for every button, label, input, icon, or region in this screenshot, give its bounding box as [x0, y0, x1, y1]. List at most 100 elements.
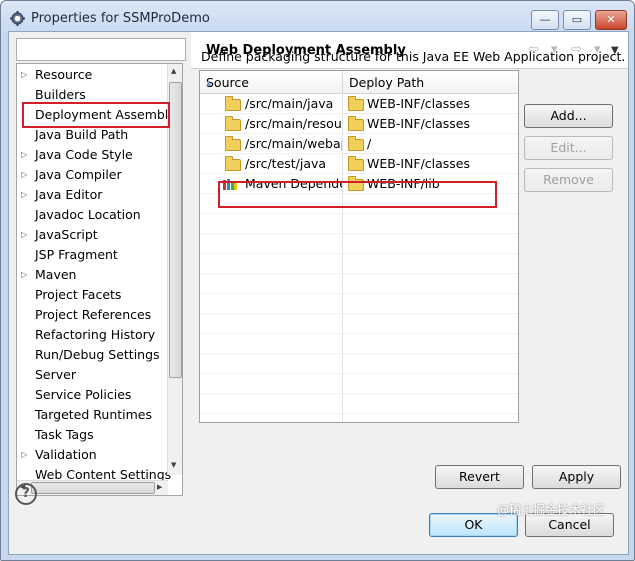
revert-button[interactable]: Revert: [435, 465, 524, 489]
row-gridline: [200, 413, 518, 414]
tree-item-label: Java Code Style: [35, 147, 133, 162]
horizontal-scroll-thumb[interactable]: [31, 482, 155, 494]
highlight-deployment-assembly: [22, 102, 170, 128]
deploy-path-cell[interactable]: /: [343, 134, 518, 154]
tree-item[interactable]: Javadoc Location: [17, 205, 167, 225]
source-cell[interactable]: /src/main/resources: [200, 114, 342, 134]
tree-item[interactable]: ▷ Maven: [17, 265, 167, 285]
expand-arrow-icon[interactable]: ▷: [21, 185, 27, 205]
row-gridline: [200, 393, 518, 394]
deploy-path-cell[interactable]: WEB-INF/classes: [343, 114, 518, 134]
row-gridline: [200, 213, 518, 214]
tree-horizontal-scrollbar[interactable]: ◀ ▶: [17, 480, 168, 495]
tree-item-label: Java Compiler: [35, 167, 122, 182]
tree-item-label: Maven: [35, 267, 77, 282]
tree-item[interactable]: Java Build Path: [17, 125, 167, 145]
expand-arrow-icon[interactable]: ▷: [21, 225, 27, 245]
source-path: /src/main/java: [245, 96, 334, 111]
folder-icon: [225, 136, 241, 151]
tree-item-label: Java Editor: [35, 187, 103, 202]
close-button[interactable]: ✕: [595, 10, 627, 30]
vertical-scroll-thumb[interactable]: [169, 82, 182, 378]
tree-item[interactable]: JSP Fragment: [17, 245, 167, 265]
folder-icon: [348, 156, 364, 171]
tree-item[interactable]: ▷ Java Compiler: [17, 165, 167, 185]
row-gridline: [200, 353, 518, 354]
column-header-source[interactable]: Source ▲: [200, 71, 343, 94]
tree-item[interactable]: Task Tags: [17, 425, 167, 445]
scroll-up-arrow-icon[interactable]: ▲: [171, 67, 176, 75]
source-path: /src/main/webapp: [245, 136, 342, 151]
watermark: @稀土掘金技术社区: [497, 503, 606, 517]
tree-item[interactable]: Targeted Runtimes: [17, 405, 167, 425]
sort-ascending-icon: ▲: [206, 79, 212, 87]
tree-item[interactable]: Refactoring History: [17, 325, 167, 345]
add-button[interactable]: Add...: [524, 104, 613, 128]
expand-arrow-icon[interactable]: ▷: [21, 165, 27, 185]
folder-icon: [348, 116, 364, 131]
tree-item-label: Validation: [35, 447, 97, 462]
source-cell[interactable]: /src/test/java: [200, 154, 342, 174]
tree-item-label: Refactoring History: [35, 327, 156, 342]
tree-item[interactable]: ▷ JavaScript: [17, 225, 167, 245]
row-gridline: [200, 273, 518, 274]
row-gridline: [200, 333, 518, 334]
folder-icon: [225, 96, 241, 111]
tree-item-label: Project References: [35, 307, 152, 322]
properties-window: Properties for SSMProDemo — ▭ ✕ ▷ Resourc…: [0, 0, 635, 561]
help-icon[interactable]: ?: [15, 483, 37, 505]
tree-item[interactable]: Server: [17, 365, 167, 385]
scroll-down-arrow-icon[interactable]: ▼: [171, 461, 176, 469]
folder-icon: [348, 136, 364, 151]
maximize-button[interactable]: ▭: [563, 10, 591, 30]
tree-item-label: JavaScript: [35, 227, 98, 242]
tree-item[interactable]: Service Policies: [17, 385, 167, 405]
row-gridline: [200, 233, 518, 234]
tree-item-label: Run/Debug Settings: [35, 347, 160, 362]
source-path: /src/test/java: [245, 156, 327, 171]
expand-arrow-icon[interactable]: ▷: [21, 65, 27, 85]
edit-button[interactable]: Edit...: [524, 136, 613, 160]
tree-item[interactable]: Run/Debug Settings: [17, 345, 167, 365]
source-cell[interactable]: /src/main/java: [200, 94, 342, 114]
deploy-path: WEB-INF/classes: [367, 116, 471, 131]
folder-icon: [348, 96, 364, 111]
window-title: Properties for SSMProDemo: [31, 11, 210, 26]
tree-item[interactable]: ▷ Java Code Style: [17, 145, 167, 165]
row-gridline: [200, 313, 518, 314]
row-gridline: [200, 373, 518, 374]
tree-item-label: Resource: [35, 67, 93, 82]
tree-item[interactable]: ▷ Resource: [17, 65, 167, 85]
tree-item[interactable]: Project References: [17, 305, 167, 325]
column-header-deploy-path[interactable]: Deploy Path: [343, 71, 518, 94]
tree-item[interactable]: Project Facets: [17, 285, 167, 305]
tree-item-label: Server: [35, 367, 76, 382]
tree-item-label: Service Policies: [35, 387, 132, 402]
tree-item-label: Javadoc Location: [35, 207, 141, 222]
deploy-path-cell[interactable]: WEB-INF/classes: [343, 154, 518, 174]
tree-item-label: Task Tags: [35, 427, 94, 442]
folder-icon: [225, 156, 241, 171]
deploy-path: /: [367, 136, 372, 151]
tree-item-label: Java Build Path: [35, 127, 129, 142]
row-gridline: [200, 293, 518, 294]
minimize-button[interactable]: —: [531, 10, 559, 30]
filter-input[interactable]: [16, 38, 186, 61]
tree-item-label: Targeted Runtimes: [35, 407, 152, 422]
tree-item[interactable]: ▷ Validation: [17, 445, 167, 465]
folder-icon: [225, 116, 241, 131]
expand-arrow-icon[interactable]: ▷: [21, 145, 27, 165]
remove-button[interactable]: Remove: [524, 168, 613, 192]
page-description: Define packaging structure for this Java…: [201, 49, 626, 64]
apply-button[interactable]: Apply: [532, 465, 621, 489]
highlight-test-java-row: [218, 181, 497, 208]
deployment-assembly-table: Source ▲ Deploy Path /src/main/java WEB-I…: [199, 70, 519, 423]
expand-arrow-icon[interactable]: ▷: [21, 445, 27, 465]
scroll-right-arrow-icon[interactable]: ▶: [157, 483, 162, 491]
tree-item[interactable]: ▷ Java Editor: [17, 185, 167, 205]
expand-arrow-icon[interactable]: ▷: [21, 265, 27, 285]
source-path: /src/main/resources: [245, 116, 342, 131]
column-header-source-label: Source: [206, 75, 249, 90]
deploy-path-cell[interactable]: WEB-INF/classes: [343, 94, 518, 114]
source-cell[interactable]: /src/main/webapp: [200, 134, 342, 154]
